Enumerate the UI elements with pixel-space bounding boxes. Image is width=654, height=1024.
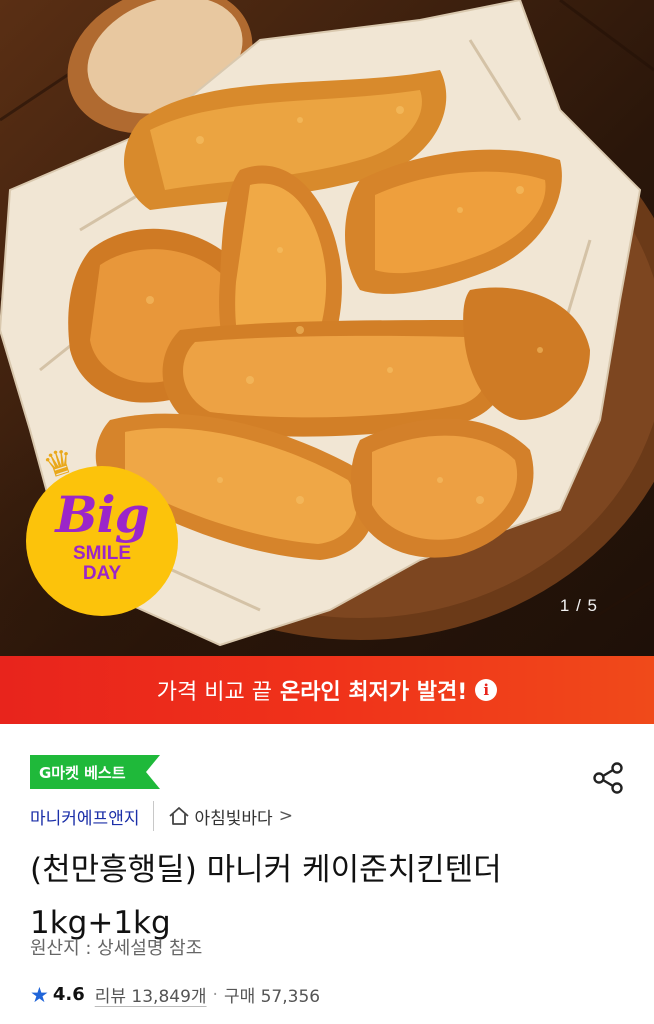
promo-plain-text: 가격 비교 끝 xyxy=(156,680,272,705)
badge-day-text: DAY xyxy=(82,563,122,584)
product-stats: ★ 4.6 리뷰 13,849개 · 구매 57,356 xyxy=(30,982,321,1008)
badge-big-text: Big xyxy=(55,485,149,545)
share-icon[interactable] xyxy=(590,760,626,796)
image-page-counter: 1 / 5 xyxy=(559,596,598,615)
info-icon[interactable]: i xyxy=(475,679,498,701)
store-name-link[interactable]: 아침빛바다 xyxy=(194,804,272,829)
stats-separator: · xyxy=(212,984,218,1005)
product-title-line1: (천만흥행딜) 마니커 케이준치킨텐더 xyxy=(30,852,502,888)
seller-name-link[interactable]: 마니커에프앤지 xyxy=(30,804,139,829)
home-icon xyxy=(169,807,190,825)
gmarket-best-tag: G마켓 베스트 xyxy=(30,755,160,789)
rating-value: 4.6 xyxy=(52,984,85,1005)
star-icon: ★ xyxy=(30,982,49,1007)
badge-smile-text: SMILE xyxy=(72,543,132,565)
chevron-right-icon[interactable]: > xyxy=(279,806,293,826)
origin-text: 원산지 : 상세설명 참조 xyxy=(30,938,203,959)
purchase-count: 구매 57,356 xyxy=(223,987,321,1007)
product-image-carousel[interactable]: ♛ Big SMILE DAY 1 / 5 xyxy=(0,0,654,656)
reviews-link[interactable]: 리뷰 13,849개 xyxy=(95,982,207,1007)
promo-bold-text: 온라인 최저가 발견! xyxy=(279,680,468,705)
seller-divider xyxy=(153,801,155,831)
lowest-price-banner[interactable]: 가격 비교 끝 온라인 최저가 발견! i xyxy=(0,656,654,724)
seller-row: 마니커에프앤지 아침빛바다 > xyxy=(30,801,293,831)
big-smile-day-badge: ♛ Big SMILE DAY xyxy=(26,440,178,616)
